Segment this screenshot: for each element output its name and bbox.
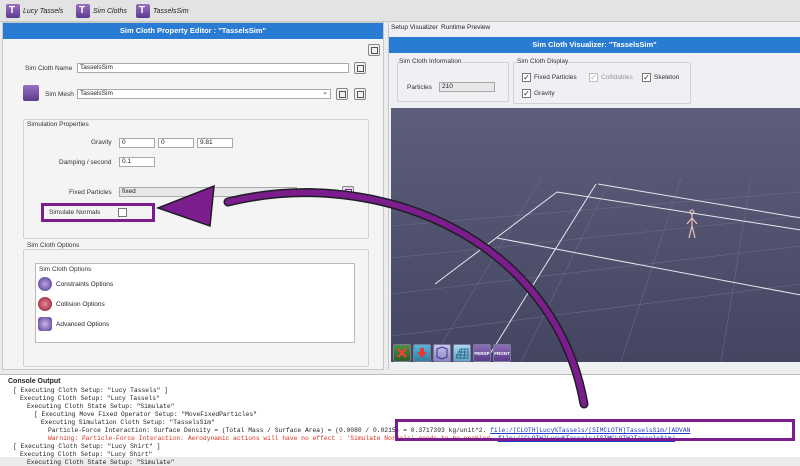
console-line: Executing Cloth State Setup: "Simulate" [27,459,174,466]
fixed-particles-field[interactable]: fixed [119,187,297,197]
fixed-particles-checkbox[interactable]: ✓ [522,73,531,82]
console-text: Executing Cloth State Setup: "Simulate" [27,403,175,410]
panel-title: Sim Cloth Property Editor : "TasselsSim" [3,23,383,39]
breadcrumb: Lucy Tassels Sim Cloths TasselsSim [0,0,800,22]
invert-label: Invert [316,189,333,196]
fixed-particles-label: Fixed Particles [69,189,112,196]
console-text: Executing Cloth Setup: "Lucy Tassels" [20,395,160,402]
breadcrumb-sim-cloths[interactable]: Sim Cloths [76,3,127,19]
gravity-display-label: Gravity [534,90,555,97]
mesh-edit-button[interactable] [354,88,366,100]
property-editor-panel: Sim Cloth Property Editor : "TasselsSim"… [2,22,384,370]
list-item[interactable]: Advanced Options [38,315,109,333]
options-list-header: Sim Cloth Options [39,266,92,273]
console-line: Executing Cloth State Setup: "Simulate" [27,403,174,410]
invert-checkbox[interactable] [304,188,313,197]
gravity-checkbox[interactable]: ✓ [522,89,531,98]
tassels-sim-icon [136,4,150,18]
sim-mesh-value: TasselsSim [80,90,113,97]
viewport-toolbar: PERSP FRONT [393,344,511,362]
particles-value: 210 [439,82,495,92]
collision-icon [38,297,52,311]
group-label: Sim Cloth Options [27,242,80,249]
breadcrumb-tassels-sim[interactable]: TasselsSim [136,3,189,19]
breadcrumb-label: TasselsSim [153,7,189,15]
group-label: Sim Cloth Display [517,58,569,65]
edit-name-button[interactable] [354,62,366,74]
fixed-particles-display-label: Fixed Particles [534,74,577,81]
panel-title: Sim Cloth Visualizer: "TasselsSim" [389,37,800,53]
grid-icon[interactable] [453,344,471,362]
options-list: Sim Cloth Options Constraints Options Co… [35,263,355,343]
console-line: [ Executing Cloth Setup: "Lucy Tassels" … [13,387,168,394]
chevron-down-icon: ⌄ [322,89,328,96]
collidables-label: Collidables [601,74,633,81]
breadcrumb-label: Sim Cloths [93,7,127,15]
console-text: [ Executing Move Fixed Operator Setup: "… [34,411,257,418]
group-label: Simulation Properties [27,121,89,128]
cloth-name-input[interactable]: TasselsSim [77,63,349,73]
3d-viewport[interactable] [391,108,800,362]
cloth-set-icon [6,4,20,18]
console-text: Executing Cloth State Setup: "Simulate" [27,459,175,466]
gravity-label: Gravity [91,139,112,146]
group-label: Sim Cloth Information [399,58,462,65]
console-line: Executing Cloth Setup: "Lucy Tassels" [20,395,160,402]
breadcrumb-lucy-tassels[interactable]: Lucy Tassels [6,3,63,19]
gravity-z-input[interactable]: 9.81 [197,138,233,148]
tab-setup-visualizer[interactable]: Setup Visualizer [391,24,438,31]
front-view-icon[interactable]: FRONT [493,344,511,362]
console-text: Executing Simulation Cloth Setup: "Tasse… [41,419,215,426]
console-output[interactable]: Console Output [ Executing Cloth Setup: … [0,374,800,466]
list-item-label: Collision Options [56,300,105,308]
gravity-x-input[interactable]: 0 [119,138,155,148]
panel-menu-button[interactable] [368,44,380,56]
sim-mesh-icon [23,85,39,101]
visualizer-panel: Setup Visualizer Runtime Preview Sim Clo… [388,22,800,370]
console-line: Executing Simulation Cloth Setup: "Tasse… [41,419,215,426]
damping-input[interactable]: 0.1 [119,157,155,167]
fixed-particles-pick-button[interactable] [342,186,354,198]
gravity-y-input[interactable]: 0 [158,138,194,148]
delete-icon[interactable] [393,344,411,362]
skeleton-checkbox[interactable]: ✓ [642,73,651,82]
list-item-label: Constraints Options [56,280,114,288]
sim-mesh-select[interactable]: TasselsSim ⌄ [77,89,331,99]
cloth-name-label: Sim Cloth Name [25,65,73,72]
skeleton-label: Skeleton [654,74,680,81]
console-line: [ Executing Move Fixed Operator Setup: "… [34,411,257,418]
sim-cloth-display-group [513,62,691,104]
sim-cloths-icon [76,4,90,18]
warning-highlight [395,419,795,441]
ground-grid [391,108,800,362]
simulate-normals-highlight [41,203,155,222]
console-text: [ Executing Cloth Setup: "Lucy Shirt" ] [13,443,161,450]
advanced-icon [38,317,52,331]
sim-mesh-label: Sim Mesh [45,91,74,98]
constraints-icon [38,277,52,291]
list-item-label: Advanced Options [56,320,110,328]
perspective-icon[interactable]: PERSP [473,344,491,362]
down-arrow-icon[interactable] [413,344,431,362]
breadcrumb-label: Lucy Tassels [23,7,64,15]
console-line: [ Executing Cloth Setup: "Lucy Shirt" ] [13,443,160,450]
list-item[interactable]: Collision Options [38,295,105,313]
console-title: Console Output [8,378,61,385]
damping-label: Damping / second [59,159,112,166]
list-item[interactable]: Constraints Options [38,275,113,293]
console-text: [ Executing Cloth Setup: "Lucy Tassels" … [13,387,168,394]
mesh-browse-button[interactable] [336,88,348,100]
mesh-icon[interactable] [433,344,451,362]
collidables-checkbox[interactable]: ✓ [589,73,598,82]
tab-runtime-preview[interactable]: Runtime Preview [441,24,490,31]
particles-label: Particles [407,84,432,91]
